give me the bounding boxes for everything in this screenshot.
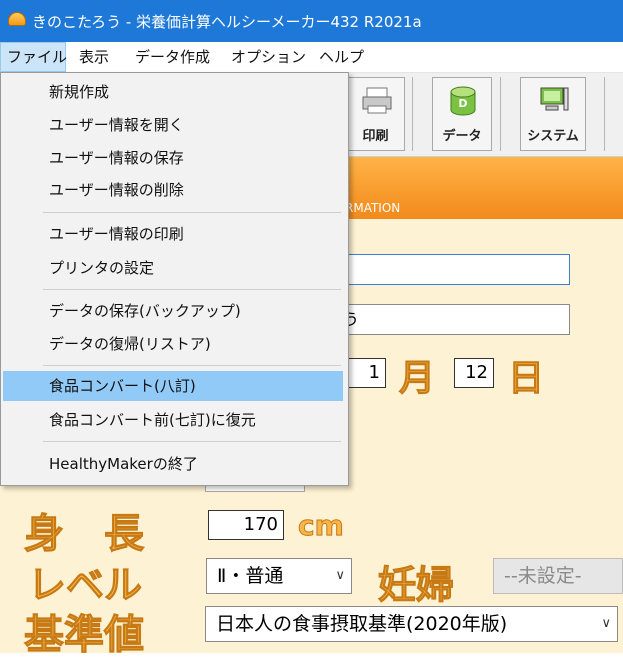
menu-item-backup[interactable]: データの保存(バックアップ) [3,296,343,326]
title-bar: きのこたろう - 栄養価計算ヘルシーメーカー432 R2021a [0,0,623,42]
data-label: データ [442,129,482,144]
name-field[interactable] [340,254,570,285]
menu-item-print-user[interactable]: ユーザー情報の印刷 [3,219,343,249]
data-button[interactable]: D データ [432,77,492,151]
menu-data-create[interactable]: データ作成 [129,42,216,72]
menu-item-save-user[interactable]: ユーザー情報の保存 [3,143,343,173]
menu-item-printer-settings[interactable]: プリンタの設定 [3,253,343,283]
window-title: きのこたろう - 栄養価計算ヘルシーメーカー432 R2021a [32,13,422,31]
toolbar-separator [604,77,605,151]
menu-separator [43,212,341,213]
database-icon: D [450,86,476,116]
toolbar-separator [500,77,501,151]
svg-text:D: D [458,97,467,110]
menu-item-new[interactable]: 新規作成 [3,77,343,107]
birth-day-field[interactable]: 12 [454,358,494,388]
day-label: 日 [507,358,545,400]
system-button[interactable]: システム [520,77,586,151]
pregnancy-select[interactable]: --未設定- [493,558,623,594]
menu-options[interactable]: オプション [225,42,312,72]
printer-icon [362,87,392,114]
height-label: 身 長 [24,511,145,558]
toolbar-separator [412,77,413,151]
print-label: 印刷 [362,129,389,144]
level-label: レベル [27,563,143,608]
height-unit: cm [298,509,345,543]
menu-separator [43,441,341,442]
menu-item-restore[interactable]: データの復帰(リストア) [3,329,343,359]
menu-item-delete-user[interactable]: ユーザー情報の削除 [3,175,343,205]
chevron-down-icon: ∨ [601,616,611,631]
computer-icon [540,87,569,111]
standard-label: 基準値 [24,612,145,659]
menu-item-food-convert[interactable]: 食品コンバート(八訂) [3,371,343,401]
height-field[interactable]: 170 [208,510,284,540]
month-label: 月 [398,358,436,400]
menu-bar: ファイル 表示 データ作成 オプション ヘルプ [0,42,623,73]
system-label: システム [527,129,579,144]
furigana-field[interactable]: う [340,304,570,335]
print-button[interactable]: 印刷 [346,77,405,151]
menu-file[interactable]: ファイル [0,42,67,72]
pregnancy-label: 妊婦 [377,563,455,608]
menu-view[interactable]: 表示 [73,42,115,72]
menu-separator [43,365,341,366]
activity-level-value: Ⅱ・普通 [217,565,284,587]
file-menu-dropdown: 新規作成 ユーザー情報を開く ユーザー情報の保存 ユーザー情報の削除 ユーザー情… [0,72,349,486]
menu-item-open-user[interactable]: ユーザー情報を開く [3,110,343,140]
app-icon [8,12,26,26]
menu-help[interactable]: ヘルプ [313,42,370,72]
menu-item-exit[interactable]: HealthyMakerの終了 [3,449,343,479]
standard-value: 日本人の食事摂取基準(2020年版) [216,613,508,635]
chevron-down-icon: ∨ [335,568,345,583]
standard-select[interactable]: 日本人の食事摂取基準(2020年版) ∨ [205,606,618,642]
menu-separator [43,289,341,290]
menu-item-revert-convert[interactable]: 食品コンバート前(七訂)に復元 [3,405,343,435]
banner-subtitle: RMATION [345,201,401,215]
activity-level-select[interactable]: Ⅱ・普通 ∨ [206,558,352,594]
